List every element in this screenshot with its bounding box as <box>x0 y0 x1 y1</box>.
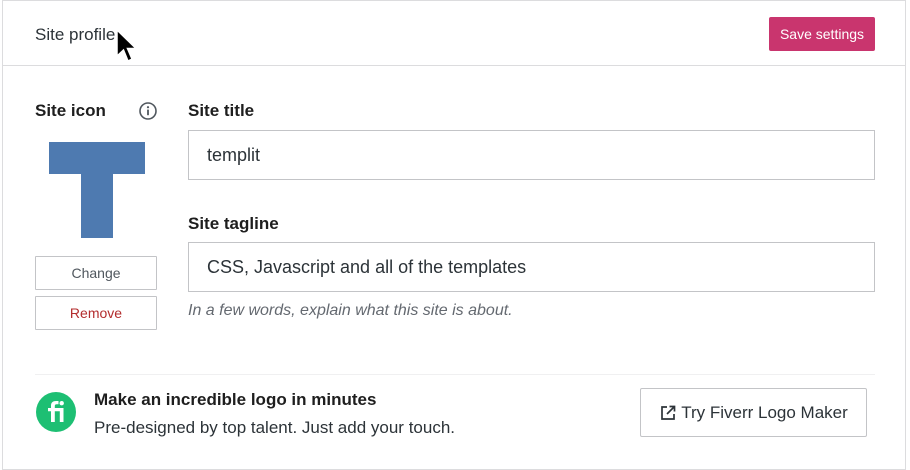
try-fiverr-logo-maker-button[interactable]: Try Fiverr Logo Maker <box>640 388 867 437</box>
site-title-label: Site title <box>188 101 255 120</box>
save-settings-button[interactable]: Save settings <box>769 17 875 51</box>
site-title-input[interactable] <box>188 130 875 180</box>
fiverr-button-label: Try Fiverr Logo Maker <box>681 402 848 422</box>
change-icon-button[interactable]: Change <box>35 256 157 290</box>
fiverr-logo-icon <box>36 392 76 432</box>
promo-title: Make an incredible logo in minutes <box>94 390 377 409</box>
section-divider <box>35 374 875 375</box>
panel-title: Site profile <box>35 25 116 44</box>
promo-subtitle: Pre-designed by top talent. Just add you… <box>94 418 456 437</box>
site-tagline-input[interactable] <box>188 242 875 292</box>
panel-header: Site profile Save settings <box>3 1 905 66</box>
mouse-cursor-icon <box>116 29 138 63</box>
info-icon[interactable] <box>139 102 157 120</box>
site-profile-panel: Site profile Save settings Site icon Cha… <box>2 0 906 470</box>
site-logo-image <box>49 142 145 238</box>
site-tagline-label: Site tagline <box>188 214 279 233</box>
external-link-icon <box>661 405 676 420</box>
remove-icon-button[interactable]: Remove <box>35 296 157 330</box>
tagline-hint: In a few words, explain what this site i… <box>188 302 513 319</box>
site-icon-label: Site icon <box>35 101 106 120</box>
